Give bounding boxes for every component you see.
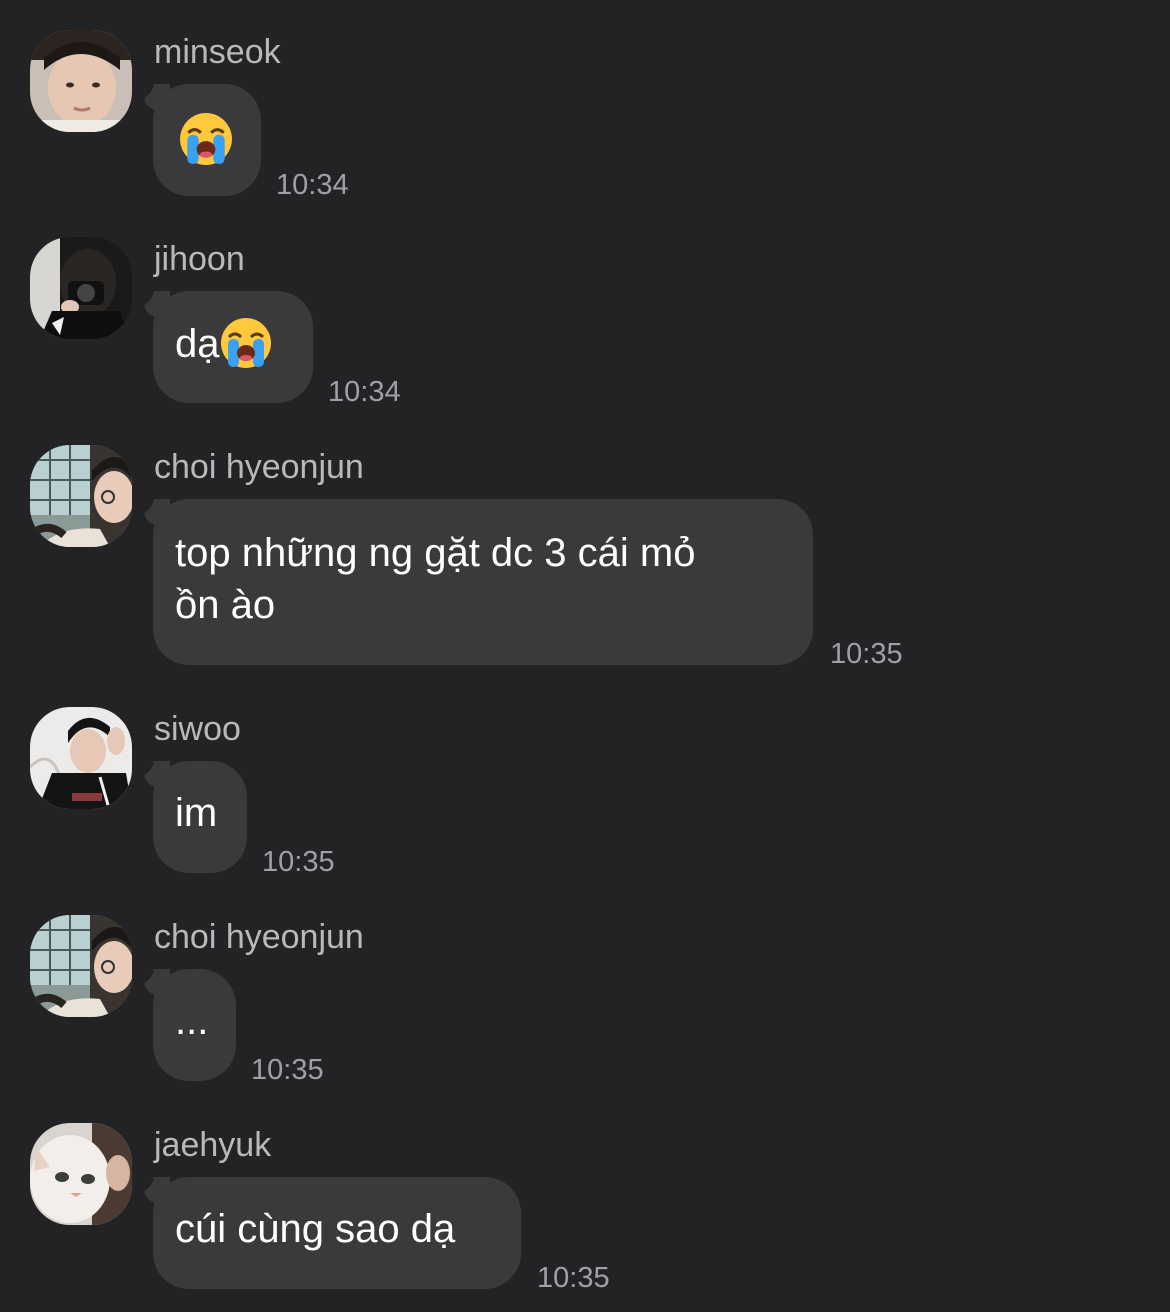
bubble-tail xyxy=(136,78,170,110)
message-time: 10:35 xyxy=(251,1054,324,1086)
sender-name: jihoon xyxy=(154,240,245,278)
bubble-tail xyxy=(136,493,170,525)
bubble-tail xyxy=(136,755,170,787)
avatar-jaehyuk[interactable] xyxy=(30,1123,132,1225)
message-text: cúi cùng sao dạ xyxy=(175,1207,456,1251)
message-bubble[interactable]: top những ng gặt dc 3 cái mỏ ồn ào xyxy=(136,493,813,665)
bubble-tail xyxy=(136,285,170,317)
avatar-siwoo[interactable] xyxy=(30,707,132,809)
sender-name: minseok xyxy=(154,33,281,71)
loudly-crying-face-emoji-icon xyxy=(220,318,271,368)
message-text: dạ xyxy=(175,322,220,366)
sender-name: choi hyeonjun xyxy=(154,918,364,956)
message-time: 10:35 xyxy=(537,1262,610,1294)
loudly-crying-face-emoji-icon xyxy=(180,113,232,165)
message-time: 10:35 xyxy=(830,638,903,670)
message-time: 10:34 xyxy=(328,376,401,408)
message-text-line: top những ng gặt dc 3 cái mỏ xyxy=(175,531,696,575)
sender-name: jaehyuk xyxy=(154,1126,272,1164)
message-bubble[interactable]: ... xyxy=(136,963,236,1081)
sender-name: choi hyeonjun xyxy=(154,448,364,486)
message-bubble[interactable]: im xyxy=(136,755,247,873)
message-bubble[interactable]: dạ xyxy=(136,285,313,403)
message-time: 10:35 xyxy=(262,846,335,878)
bubble-tail xyxy=(136,1171,170,1203)
avatar-minseok[interactable] xyxy=(30,30,132,132)
message-time: 10:34 xyxy=(276,169,349,201)
message-text: im xyxy=(175,791,218,835)
message-bubble[interactable]: cúi cùng sao dạ xyxy=(136,1171,521,1289)
sender-name: siwoo xyxy=(154,710,241,748)
avatar-choi-hyeonjun[interactable] xyxy=(30,915,132,1017)
message-text: ... xyxy=(175,999,209,1043)
message-text-line: ồn ào xyxy=(175,583,276,627)
avatar-choi-hyeonjun[interactable] xyxy=(30,445,132,547)
message-bubble[interactable] xyxy=(136,78,261,196)
avatar-jihoon[interactable] xyxy=(30,237,132,339)
bubble-tail xyxy=(136,963,170,995)
